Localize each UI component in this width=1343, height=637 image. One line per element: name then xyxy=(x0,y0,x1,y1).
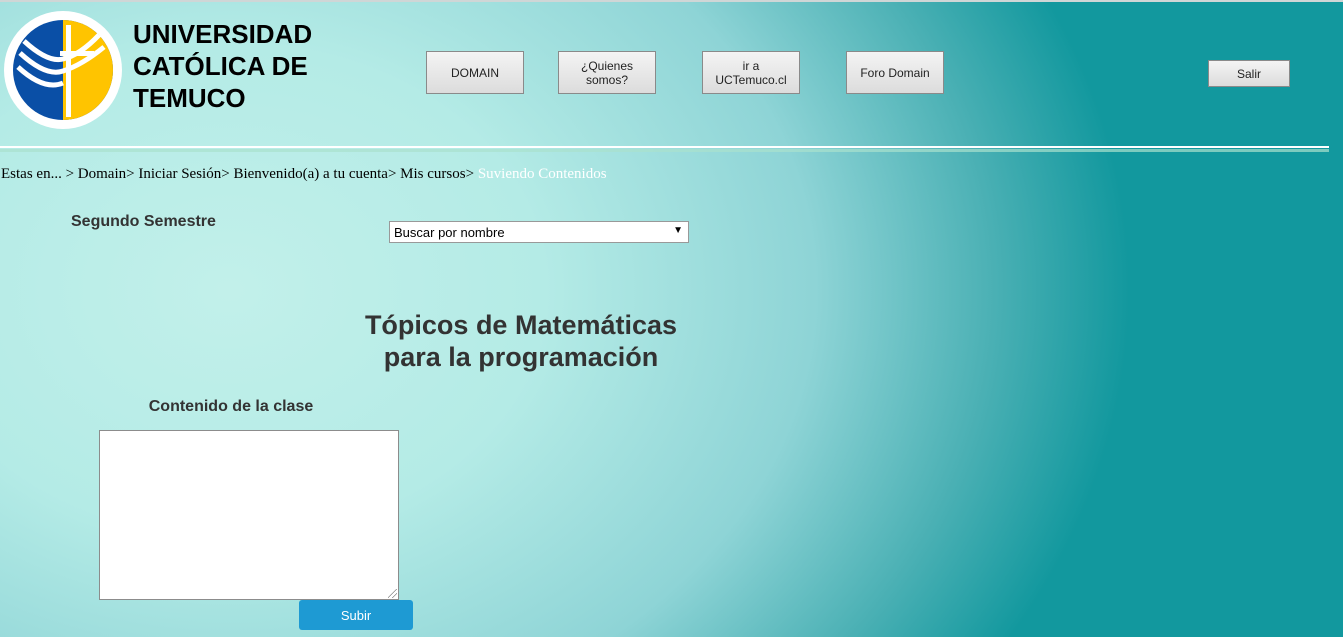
brand-name: UNIVERSIDAD CATÓLICA DE TEMUCO xyxy=(133,18,393,114)
nav-forum-button[interactable]: Foro Domain xyxy=(846,51,944,94)
breadcrumb-item-welcome[interactable]: Bienvenido(a) a tu cuenta> xyxy=(233,166,396,182)
dropdown-arrow-icon: ▼ xyxy=(673,225,683,236)
nav-domain-button[interactable]: DOMAIN xyxy=(426,51,524,94)
course-title-line: para la programación xyxy=(383,342,659,372)
header-divider-shadow xyxy=(0,149,1329,152)
select-value: Buscar por nombre xyxy=(394,225,505,240)
top-border xyxy=(0,0,1343,2)
nav-uctemuco-button[interactable]: ir a UCTemuco.cl xyxy=(702,51,800,94)
breadcrumb: Estas en... > Domain> Iniciar Sesión> Bi… xyxy=(1,166,607,183)
university-logo[interactable] xyxy=(4,11,122,129)
breadcrumb-item-login[interactable]: Iniciar Sesión> xyxy=(138,166,229,182)
header-divider xyxy=(0,146,1329,148)
resize-handle-icon[interactable] xyxy=(388,589,397,598)
course-search-select[interactable]: Buscar por nombre ▼ xyxy=(389,221,689,243)
course-title-line: Tópicos de Matemáticas xyxy=(364,310,678,340)
class-content-textarea[interactable] xyxy=(99,430,399,600)
brand-line: UNIVERSIDAD xyxy=(133,19,313,49)
semester-label: Segundo Semestre xyxy=(71,213,216,230)
brand-line: CATÓLICA DE xyxy=(133,51,308,81)
nav-about-button[interactable]: ¿Quienes somos? xyxy=(558,51,656,94)
submit-button[interactable]: Subir xyxy=(299,600,413,630)
course-title: Tópicos de Matemáticas para la programac… xyxy=(321,309,721,373)
breadcrumb-current: Suviendo Contenidos xyxy=(477,166,607,182)
content-label: Contenido de la clase xyxy=(148,398,314,415)
brand-line: TEMUCO xyxy=(133,83,246,113)
breadcrumb-prefix: Estas en... > xyxy=(1,166,78,182)
logout-button[interactable]: Salir xyxy=(1208,60,1290,87)
breadcrumb-item-courses[interactable]: Mis cursos> xyxy=(400,166,474,182)
breadcrumb-item-domain[interactable]: Domain> xyxy=(78,166,135,182)
